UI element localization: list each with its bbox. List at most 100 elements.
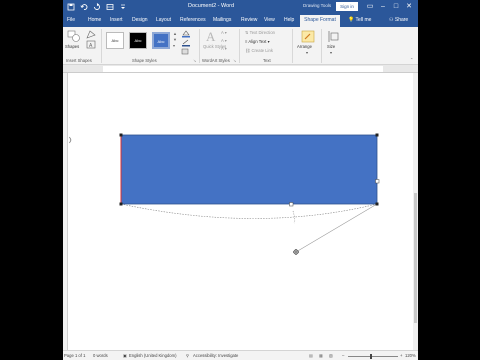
shape-effects-icon[interactable] (181, 48, 191, 56)
text-outline-icon[interactable]: A ▾ (221, 38, 227, 43)
left-margin-marker (69, 136, 72, 144)
shapes-label: Shapes (65, 44, 80, 49)
zoom-in-icon[interactable]: + (400, 353, 402, 358)
tab-references[interactable]: References (180, 17, 206, 23)
ribbon-divider (292, 29, 293, 63)
shape-outline-icon[interactable] (181, 39, 191, 47)
edit-shape-icon[interactable] (86, 30, 96, 39)
handle-bottom-right[interactable] (375, 202, 379, 206)
arrange-label: Arrange (297, 44, 312, 49)
accessibility-status[interactable]: Accessibility: Investigate (193, 353, 238, 358)
sign-in-button[interactable]: Sign in (336, 2, 358, 11)
size-dropdown-icon: ▾ (330, 50, 333, 55)
tab-design[interactable]: Design (132, 17, 148, 23)
zoom-out-icon[interactable]: – (342, 353, 344, 358)
text-effects-icon[interactable]: A ▾ (221, 46, 227, 51)
ruler-text-area (103, 66, 383, 72)
handle-top-left[interactable] (119, 133, 123, 137)
tab-layout[interactable]: Layout (156, 17, 171, 23)
print-layout-icon[interactable]: ▦ (319, 353, 323, 358)
handle-right-middle[interactable] (375, 179, 380, 184)
document-title: Document2 - Word (188, 3, 235, 9)
wordart-launcher-icon[interactable]: ↘ (233, 58, 237, 63)
word-window: Document2 - Word Drawing Tools Sign in ▭… (63, 0, 418, 360)
arrange-dropdown-icon: ▾ (306, 50, 309, 55)
page[interactable] (68, 73, 413, 350)
wordart-a-icon[interactable]: A (206, 29, 215, 45)
shape-style-blue-selected[interactable]: Abc (152, 32, 170, 49)
accessibility-icon[interactable]: ⚲ (186, 353, 189, 358)
text-direction-label: Text Direction (249, 30, 275, 35)
curve-preview-path (120, 203, 378, 219)
move-cursor-icon (293, 249, 299, 255)
close-icon[interactable]: ✕ (404, 2, 414, 12)
page-drawing-layer (69, 133, 380, 255)
text-fill-icon[interactable]: A ▾ (221, 30, 227, 35)
shape-style-black[interactable]: Abc (129, 32, 147, 49)
word-count[interactable]: 0 words (93, 353, 108, 358)
tab-mailings[interactable]: Mailings (213, 17, 231, 23)
shape-fill-icon[interactable] (181, 30, 191, 38)
tab-help[interactable]: Help (284, 17, 294, 23)
size-icon (328, 31, 339, 42)
handle-top-right[interactable] (375, 133, 379, 137)
ribbon-divider (101, 29, 102, 63)
tab-review[interactable]: Review (241, 17, 257, 23)
handle-bottom-middle[interactable] (289, 202, 294, 207)
shapes-gallery-icon[interactable] (67, 30, 81, 43)
redo-icon[interactable] (93, 3, 101, 11)
status-bar: Page 1 of 1 0 words ▣ English (United Ki… (63, 350, 418, 360)
tell-me-search[interactable]: 💡 Tell me (348, 17, 371, 23)
draw-table-icon[interactable] (106, 3, 114, 11)
create-link-label: Create Link (251, 48, 273, 53)
scrollbar-thumb[interactable] (414, 193, 417, 323)
handle-bottom-left[interactable] (119, 202, 123, 206)
minimize-icon[interactable]: – (378, 2, 388, 12)
zoom-slider-thumb[interactable] (370, 353, 372, 359)
save-icon[interactable] (67, 3, 75, 11)
tab-home[interactable]: Home (88, 17, 101, 23)
ribbon-divider (321, 29, 322, 63)
create-link-button[interactable]: ⛓ Create Link (245, 48, 273, 54)
tab-shape-format[interactable]: Shape Format (300, 15, 340, 27)
zoom-level[interactable]: 120% (405, 353, 416, 358)
share-label: Share (394, 17, 409, 23)
customize-quick-access-icon[interactable] (119, 3, 127, 11)
read-mode-icon[interactable]: ▤ (309, 353, 313, 358)
undo-icon[interactable] (80, 3, 88, 11)
document-canvas (68, 73, 413, 350)
ribbon-divider (199, 29, 200, 63)
text-direction-icon: ⇅ (245, 30, 249, 35)
wordart-styles-group-label: WordArt Styles (202, 58, 230, 63)
text-box-icon[interactable]: A (86, 40, 96, 49)
text-group-label: Text (263, 58, 271, 63)
shape-styles-launcher-icon[interactable]: ↘ (193, 58, 197, 63)
maximize-icon[interactable]: □ (391, 2, 401, 12)
zoom-slider[interactable] (348, 355, 398, 357)
ribbon-divider (239, 29, 240, 63)
horizontal-ruler[interactable] (63, 65, 418, 73)
blue-rectangle-shape[interactable] (120, 134, 378, 205)
tab-view[interactable]: View (264, 17, 275, 23)
vertical-scrollbar[interactable] (413, 73, 418, 350)
page-count[interactable]: Page 1 of 1 (64, 353, 85, 358)
tab-file[interactable]: File (67, 17, 75, 23)
style-gallery-scroll[interactable]: ▲ ▼ ▾ (173, 31, 179, 51)
tab-insert[interactable]: Insert (110, 17, 123, 23)
ribbon-display-options-icon[interactable]: ▭ (365, 2, 375, 12)
text-direction-button[interactable]: ⇅ Text Direction (245, 30, 275, 35)
edit-point-tangent-line (295, 203, 378, 253)
align-text-button[interactable]: ≡ Align Text ▾ (245, 39, 270, 44)
shape-styles-group-label: Shape Styles (132, 58, 157, 63)
link-icon: ⛓ (245, 48, 251, 53)
share-button[interactable]: ⚇ Share (389, 17, 408, 23)
web-layout-icon[interactable]: ▧ (329, 353, 333, 358)
lightbulb-icon: 💡 (348, 17, 355, 23)
language[interactable]: English (United Kingdom) (129, 353, 176, 358)
collapse-ribbon-icon[interactable]: ⌃ (410, 57, 414, 62)
shape-style-white[interactable]: Abc (106, 32, 124, 49)
proofing-icon[interactable]: ▣ (123, 353, 127, 358)
tell-me-label: Tell me (355, 17, 372, 23)
drawing-tools-label: Drawing Tools (303, 3, 332, 8)
arrange-icon (301, 30, 315, 43)
